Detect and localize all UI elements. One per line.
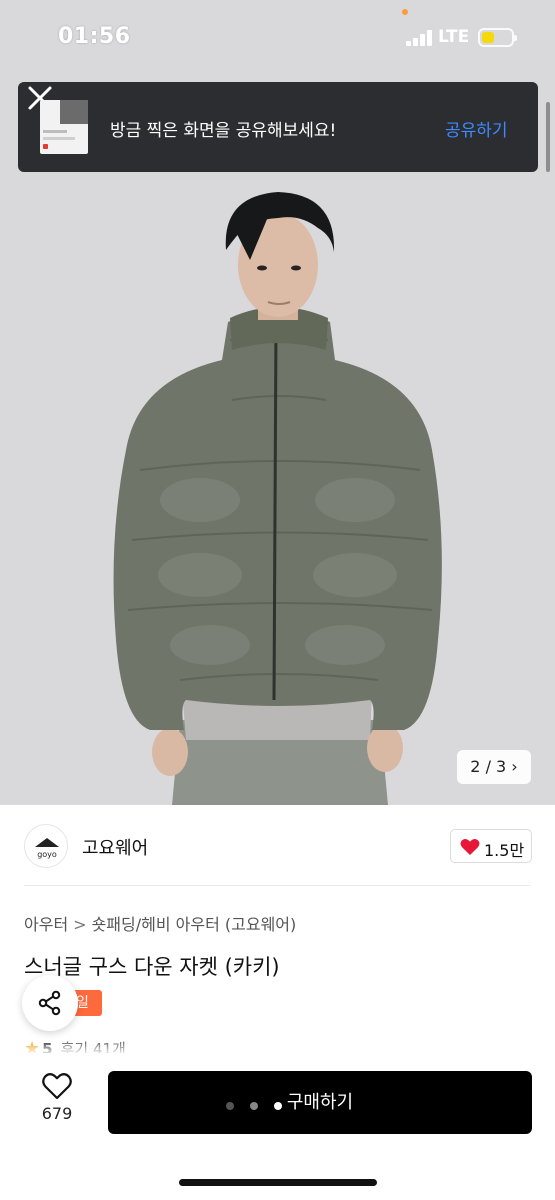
breadcrumb-item-outer[interactable]: 아우터: [24, 915, 68, 934]
breadcrumb-separator: >: [73, 915, 87, 934]
breadcrumb-item-padding[interactable]: 숏패딩/헤비 아우터 (고요웨어): [92, 915, 297, 934]
status-bar: 01:56 LTE: [0, 0, 555, 74]
signal-icon: [406, 30, 434, 46]
image-pager-button[interactable]: 2 / 3 ›: [457, 750, 531, 784]
heart-outline-icon: [42, 1073, 72, 1100]
share-button[interactable]: [22, 975, 78, 1031]
battery-icon: [478, 28, 517, 47]
scroll-indicator[interactable]: [546, 102, 550, 172]
brand-like-button[interactable]: 1.5만: [450, 829, 532, 863]
product-title: 스너글 구스 다운 자켓 (카키): [24, 955, 280, 979]
buy-button[interactable]: 구매하기: [108, 1071, 532, 1134]
privacy-indicator-dot: [402, 9, 408, 15]
share-action-button[interactable]: 공유하기: [445, 116, 508, 141]
wishlist-count: 679: [41, 1104, 73, 1123]
breadcrumb: 아우터 > 숏패딩/헤비 아우터 (고요웨어): [24, 911, 296, 935]
brand-logo[interactable]: goyo: [24, 824, 68, 868]
brand-logo-text: goyo: [37, 850, 57, 859]
divider: [24, 885, 531, 886]
brand-name[interactable]: 고요웨어: [82, 834, 148, 860]
wishlist-button[interactable]: 679: [24, 1072, 90, 1132]
home-indicator[interactable]: [179, 1179, 377, 1186]
share-icon: [38, 990, 61, 1016]
brand-like-count: 1.5만: [484, 841, 525, 860]
status-time: 01:56: [58, 24, 131, 49]
network-label: LTE: [438, 27, 470, 47]
screenshot-thumbnail: [40, 100, 88, 154]
share-toast-message: 방금 찍은 화면을 공유해보세요!: [110, 121, 337, 141]
heart-filled-icon: [460, 838, 480, 855]
